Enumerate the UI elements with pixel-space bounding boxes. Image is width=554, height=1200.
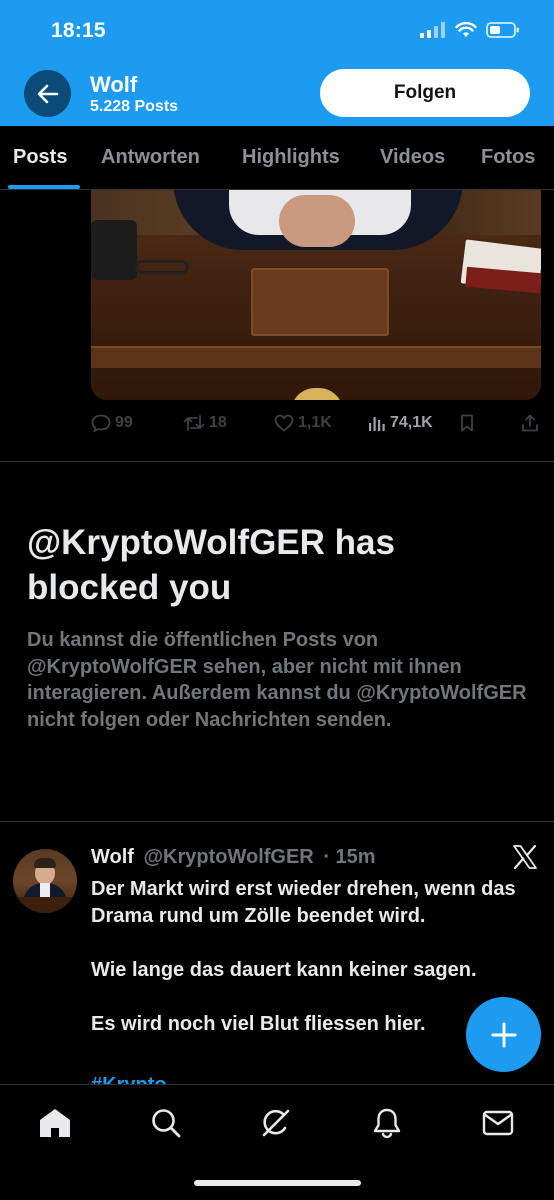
x-logo-icon (513, 845, 537, 869)
status-bar: 18:15 (0, 0, 554, 62)
bell-icon (373, 1108, 401, 1139)
reply-count: 99 (115, 414, 133, 431)
tab-videos[interactable]: Videos (380, 146, 445, 169)
search-icon (152, 1109, 181, 1138)
avatar-desk (13, 897, 77, 913)
like-action[interactable]: 1,1K (274, 414, 332, 432)
active-tab-indicator (8, 185, 80, 189)
nav-grok[interactable] (256, 1103, 296, 1143)
post-image[interactable] (91, 190, 541, 400)
home-indicator (194, 1180, 361, 1186)
divider (0, 461, 554, 462)
mail-icon (482, 1110, 514, 1136)
avatar-hair (34, 858, 56, 868)
signal-icon (420, 22, 445, 38)
profile-screen: 18:15 Wolf 5.228 Posts Folgen Posts Antw… (0, 0, 554, 1200)
image-desk-edge (91, 346, 541, 368)
bookmark-icon (461, 414, 473, 432)
image-phone-cord (135, 260, 189, 274)
avatar-shirt (40, 883, 50, 897)
tweet-header: Wolf @KryptoWolfGER · 15m (91, 846, 376, 869)
divider (0, 821, 554, 822)
post-count: 5.228 Posts (90, 98, 179, 115)
nav-messages[interactable] (478, 1103, 518, 1143)
tweet-time: · 15m (323, 846, 376, 868)
follow-button[interactable]: Folgen (320, 69, 530, 117)
image-box (251, 268, 389, 336)
status-icons (420, 22, 520, 38)
arrow-left-icon (37, 84, 58, 103)
repost-action[interactable]: 18 (183, 414, 227, 432)
views-action[interactable]: 74,1K (368, 414, 433, 432)
post-action-bar: 99 18 1,1K 74,1K (91, 414, 543, 440)
nav-notifications[interactable] (367, 1103, 407, 1143)
tweet-paragraph: Der Markt wird erst wieder drehen, wenn … (91, 878, 516, 927)
profile-tabs: Posts Antworten Highlights Videos Fotos (0, 126, 554, 190)
blocked-description: Du kannst die öffentlichen Posts von @Kr… (27, 629, 527, 731)
tab-replies[interactable]: Antworten (101, 146, 200, 169)
reply-action[interactable]: 99 (91, 414, 133, 432)
plus-icon (491, 1022, 516, 1047)
avatar[interactable] (13, 849, 77, 913)
share-icon (522, 414, 538, 432)
back-button[interactable] (24, 70, 71, 117)
tab-photos[interactable]: Fotos (481, 146, 535, 169)
wifi-icon (455, 22, 477, 37)
tab-highlights[interactable]: Highlights (242, 146, 340, 169)
compose-button[interactable] (466, 997, 541, 1072)
tweet-author[interactable]: Wolf (91, 846, 134, 868)
views-count: 74,1K (390, 414, 433, 431)
image-hands (279, 195, 355, 247)
tweet-paragraph: Wie lange das dauert kann keiner sagen. (91, 959, 477, 981)
nav-search[interactable] (146, 1103, 186, 1143)
share-action[interactable] (521, 414, 539, 432)
heart-icon (274, 414, 294, 432)
home-icon (40, 1109, 70, 1137)
image-phone (91, 220, 137, 280)
nav-home[interactable] (35, 1103, 75, 1143)
status-time: 18:15 (51, 19, 106, 42)
like-count: 1,1K (298, 414, 332, 431)
blocked-title: @KryptoWolfGER has blocked you (27, 523, 395, 607)
profile-name: Wolf (90, 72, 138, 97)
bar-chart-icon (369, 417, 385, 431)
grok-icon (262, 1109, 290, 1137)
tweet-handle[interactable]: @KryptoWolfGER (144, 846, 314, 868)
battery-icon (486, 22, 519, 38)
speech-bubble-icon (91, 414, 111, 432)
tab-posts[interactable]: Posts (13, 146, 67, 169)
repost-count: 18 (209, 414, 227, 431)
bookmark-action[interactable] (460, 414, 474, 432)
repost-icon (183, 415, 205, 431)
